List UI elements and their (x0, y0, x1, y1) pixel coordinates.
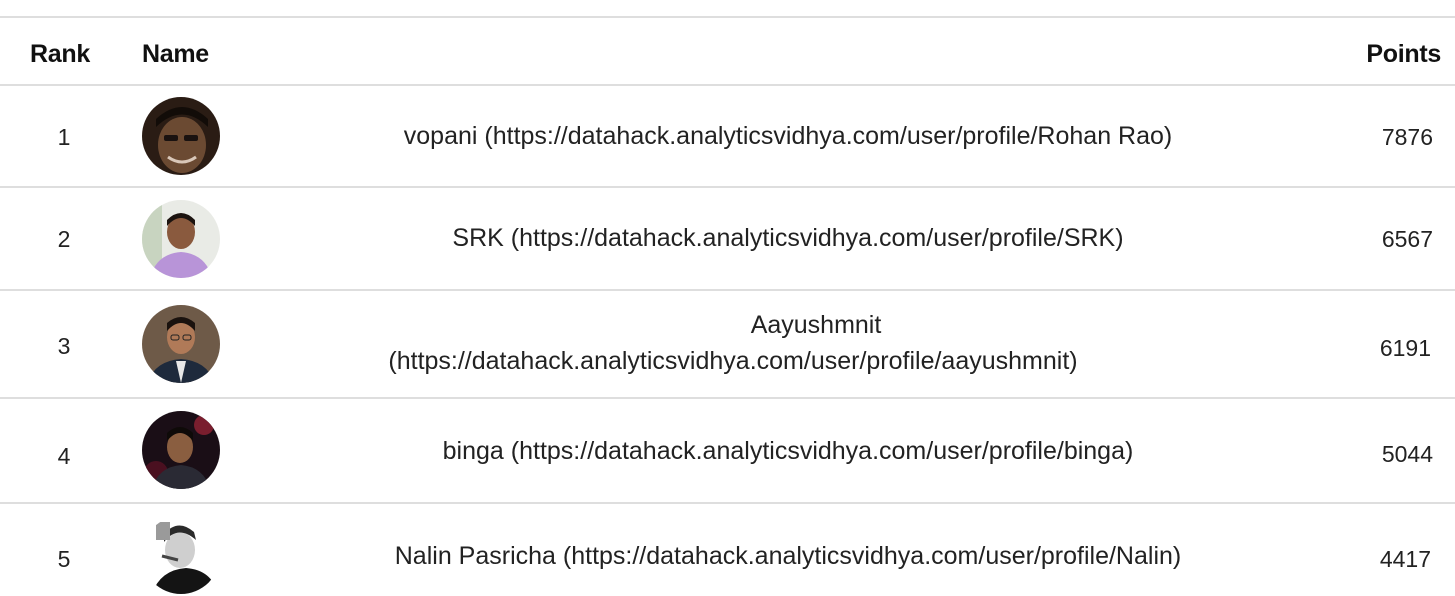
table-row: 2 SRK (https://datahack.analyticsvidhya.… (0, 188, 1455, 291)
avatar[interactable] (142, 200, 220, 278)
rank-cell: 2 (57, 226, 71, 252)
user-name[interactable]: SRK (452, 224, 503, 252)
user-name[interactable]: vopani (404, 122, 478, 150)
table-row: 3 Aayushmnit (https://datahack.analytics… (0, 291, 1455, 399)
avatar-photo-icon (142, 516, 220, 594)
rank-cell: 5 (57, 546, 71, 572)
avatar[interactable] (142, 411, 220, 489)
table-row: 4 binga (https://datahack.analyticsvidhy… (0, 399, 1455, 504)
avatar-photo-icon (142, 200, 220, 278)
table-header: Rank Name Points (0, 18, 1455, 86)
profile-link[interactable]: (https://datahack.analyticsvidhya.com/us… (511, 437, 1134, 465)
rank-cell: 4 (57, 443, 71, 469)
profile-link[interactable]: (https://datahack.analyticsvidhya.com/us… (388, 347, 1187, 375)
name-cell[interactable]: Aayushmnit (https://datahack.analyticsvi… (258, 307, 1318, 379)
profile-link[interactable]: (https://datahack.analyticsvidhya.com/us… (511, 224, 1124, 252)
points-cell: 7876 (1381, 124, 1433, 150)
user-name[interactable]: binga (443, 437, 504, 465)
points-cell: 6191 (1379, 335, 1431, 361)
rank-cell: 3 (57, 333, 71, 359)
rank-cell: 1 (57, 124, 71, 150)
rank-column-header: Rank (30, 40, 90, 68)
avatar[interactable] (142, 305, 220, 383)
name-cell[interactable]: Nalin Pasricha (https://datahack.analyti… (258, 538, 1318, 574)
points-cell: 4417 (1379, 546, 1431, 572)
name-column-header: Name (142, 40, 209, 68)
profile-link[interactable]: (https://datahack.analyticsvidhya.com/us… (484, 122, 1172, 150)
avatar-photo-icon (142, 305, 220, 383)
user-name[interactable]: Nalin Pasricha (395, 542, 556, 570)
name-cell[interactable]: vopani (https://datahack.analyticsvidhya… (258, 118, 1318, 154)
avatar[interactable] (142, 97, 220, 175)
avatar-photo-icon (142, 97, 220, 175)
user-name[interactable]: Aayushmnit (258, 307, 1318, 343)
name-cell[interactable]: SRK (https://datahack.analyticsvidhya.co… (258, 220, 1318, 256)
points-cell: 6567 (1381, 226, 1433, 252)
points-cell: 5044 (1381, 441, 1433, 467)
name-cell[interactable]: binga (https://datahack.analyticsvidhya.… (258, 433, 1318, 469)
profile-link[interactable]: (https://datahack.analyticsvidhya.com/us… (563, 542, 1181, 570)
avatar[interactable] (142, 516, 220, 594)
table-row: 5 Nalin Pasricha (https://datahack.analy… (0, 504, 1455, 596)
table-row: 1 vopani (https://datahack.analyticsvidh… (0, 86, 1455, 188)
avatar-photo-icon (142, 411, 220, 489)
points-column-header: Points (1366, 40, 1441, 68)
